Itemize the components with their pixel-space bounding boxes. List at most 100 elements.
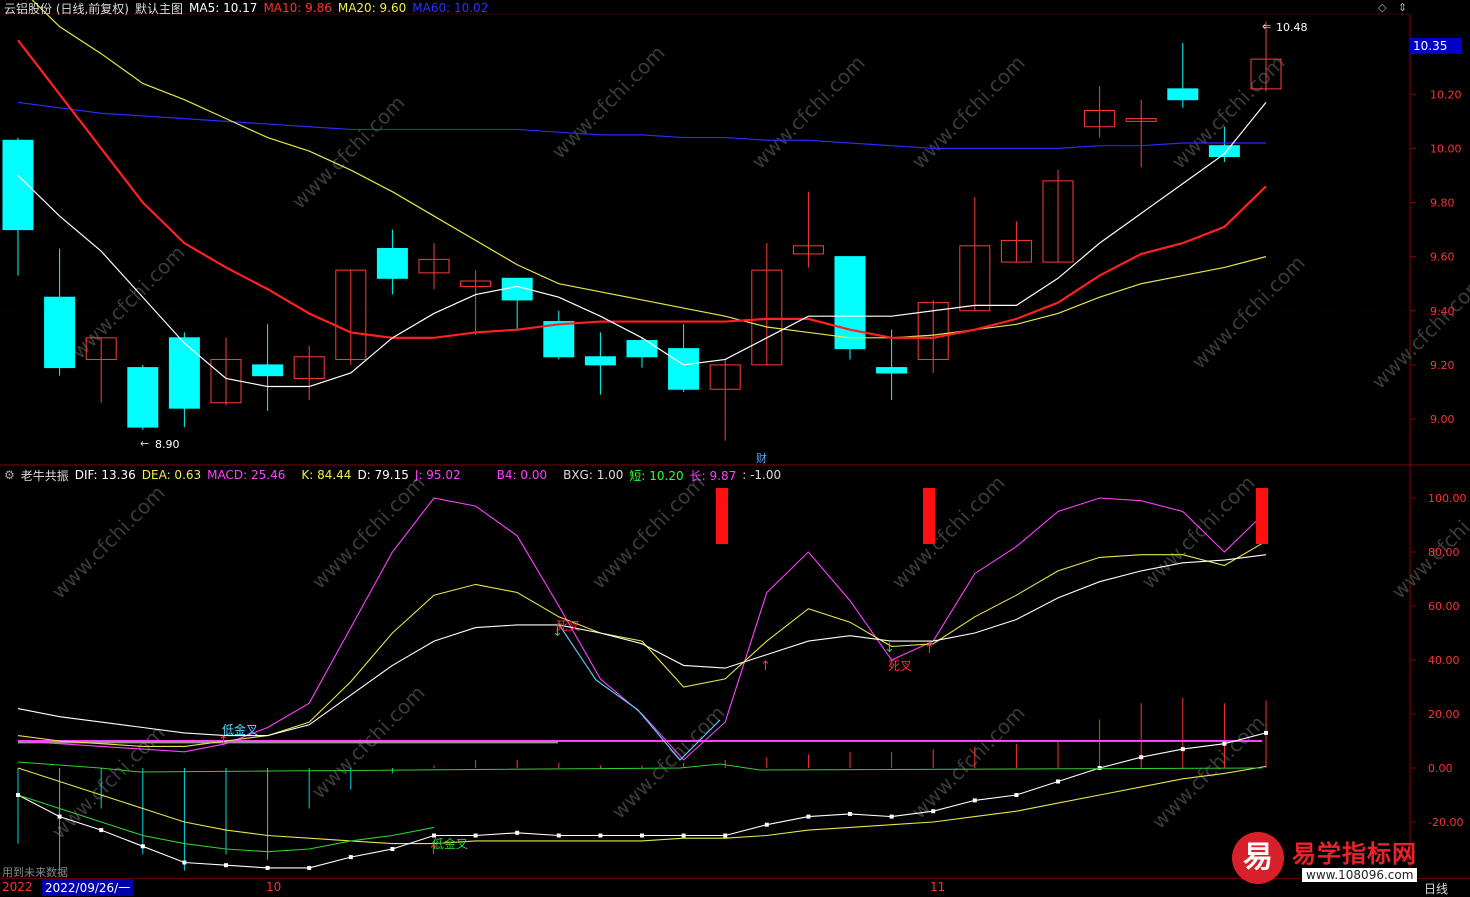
watermark-text: www.cfchi.com [47, 481, 170, 604]
ma60-value: MA60: 10.02 [412, 1, 489, 15]
cross-arrow: ↓ [884, 641, 895, 656]
low-marker-arrow: ← [140, 437, 149, 450]
dif-point [806, 814, 811, 819]
price-tick-label: 9.20 [1430, 359, 1455, 372]
dif-point [723, 833, 728, 838]
dif-point [681, 833, 686, 838]
death-cross-label: 死叉 [888, 659, 912, 673]
cross-arrow: ↑ [218, 734, 229, 749]
candle-body [626, 340, 658, 358]
dif-point [889, 814, 894, 819]
indicator-panel-header: ⚙ 老牛共振 DIF: 13.36 DEA: 0.63 MACD: 25.46 … [4, 467, 787, 483]
cross-arrow: ↑ [760, 659, 771, 674]
short-value: 短: 10.20 [629, 468, 684, 483]
view-name[interactable]: 默认主图 [135, 0, 183, 17]
indicator-title[interactable]: 老牛共振 [21, 467, 69, 484]
watermark-text: www.cfchi.com [907, 701, 1030, 824]
candle-body [543, 321, 575, 358]
j-value: J: 95.02 [414, 468, 461, 482]
dif-point [1097, 766, 1102, 770]
candle-body [127, 367, 159, 428]
cross-arrow: ↑ [428, 843, 439, 858]
dif-point [640, 833, 644, 838]
high-marker-arrow: ⇐ [1262, 20, 1271, 33]
candle-body [376, 248, 408, 279]
candle-body [44, 296, 76, 369]
candle-body [584, 356, 616, 366]
watermark-text: www.cfchi.com [1147, 711, 1270, 834]
indicator-tick-label: -20.00 [1428, 816, 1463, 829]
extra-value: : -1.00 [742, 468, 782, 482]
chart-canvas[interactable]: www.cfchi.com www.cfchi.com www.cfchi.com w… [0, 0, 1470, 896]
brand-url: www.108096.com [1302, 868, 1418, 882]
date-cursor: 2022/09/26/一 [42, 879, 134, 896]
dif-point [140, 844, 145, 849]
price-tick-label: 10.00 [1430, 142, 1462, 155]
candle-body [168, 337, 200, 409]
dif-point [99, 828, 104, 833]
dif-value: DIF: 13.36 [74, 468, 136, 482]
watermark-text: www.cfchi.com [1137, 471, 1260, 594]
price-tick-label: 10.20 [1430, 88, 1462, 101]
cross-arrow: ↑ [924, 642, 935, 657]
long-value: 长: 9.87 [689, 468, 737, 483]
dif-point [931, 809, 936, 814]
dif-point [972, 798, 977, 803]
dif-point [1139, 755, 1144, 760]
buy-signal-block [1256, 488, 1268, 544]
indicator-settings-icon[interactable]: ⚙ [4, 468, 15, 482]
brand-name: 易学指标网 [1292, 840, 1417, 868]
finance-marker: 财 [756, 451, 767, 465]
signal-line [17, 761, 1263, 773]
ma20-value: MA20: 9.60 [337, 1, 407, 15]
watermark-text: www.cfchi.com [1367, 271, 1470, 394]
scroll-arrows-icon[interactable]: ⇕ [1398, 1, 1407, 14]
dif-point [764, 822, 769, 827]
watermark-text: www.cfchi.com [887, 471, 1010, 594]
dif-point [224, 863, 228, 868]
buy-signal-block [716, 488, 728, 544]
watermark-text: www.cfchi.com [907, 51, 1030, 174]
dif-point [265, 865, 270, 870]
ma10-value: MA10: 9.86 [263, 1, 332, 15]
indicator-tick-label: 20.00 [1428, 708, 1460, 721]
price-tick-label: 9.80 [1430, 197, 1455, 210]
watermark-text: www.cfchi.com [747, 51, 870, 174]
dif-point [1222, 741, 1227, 746]
watermark-text: www.cfchi.com [47, 721, 170, 844]
bxg-value: BXG: 1.00 [563, 468, 624, 482]
candle-body [668, 348, 700, 390]
month-11-label: 11 [930, 880, 946, 894]
brand-logo: 易 [1232, 832, 1284, 884]
month-10-label: 10 [266, 880, 282, 894]
year-label: 2022 [2, 880, 33, 894]
indicator-tick-label: 100.00 [1428, 492, 1467, 505]
brand-watermark: 易 易学指标网 www.108096.com [1232, 830, 1464, 890]
kdj-d-line [17, 554, 1267, 737]
candle-body [834, 256, 866, 350]
macd-value: MACD: 25.46 [207, 468, 286, 482]
main-panel-header: 云铝股份 (日线,前复权) 默认主图 MA5: 10.17 MA10: 9.86… [4, 0, 494, 16]
price-tick-label: 9.40 [1430, 305, 1455, 318]
candle-body [252, 364, 284, 377]
dif-point [473, 833, 478, 838]
dif-point [182, 860, 187, 865]
price-tick-label: 9.60 [1430, 251, 1455, 264]
dif-point [1264, 730, 1268, 735]
dea-value: DEA: 0.63 [141, 468, 202, 482]
price-tick-label: 9.00 [1430, 413, 1455, 426]
stock-title[interactable]: 云铝股份 (日线,前复权) [4, 0, 129, 17]
dif-point [348, 855, 353, 860]
low-marker-label: 8.90 [155, 438, 180, 451]
dif-point [1014, 793, 1019, 797]
candle-body [1167, 88, 1199, 101]
watermark-text: www.cfchi.com [607, 701, 730, 824]
indicator-tick-label: 40.00 [1428, 654, 1460, 667]
watermark-text: www.cfchi.com [287, 91, 410, 214]
dif-point [556, 833, 561, 838]
dif-point [848, 811, 852, 816]
diamond-icon[interactable]: ◇ [1378, 1, 1386, 14]
candle-body [1208, 145, 1240, 158]
buy-signal-block [923, 488, 935, 544]
current-price-box: 10.35 [1410, 38, 1462, 54]
